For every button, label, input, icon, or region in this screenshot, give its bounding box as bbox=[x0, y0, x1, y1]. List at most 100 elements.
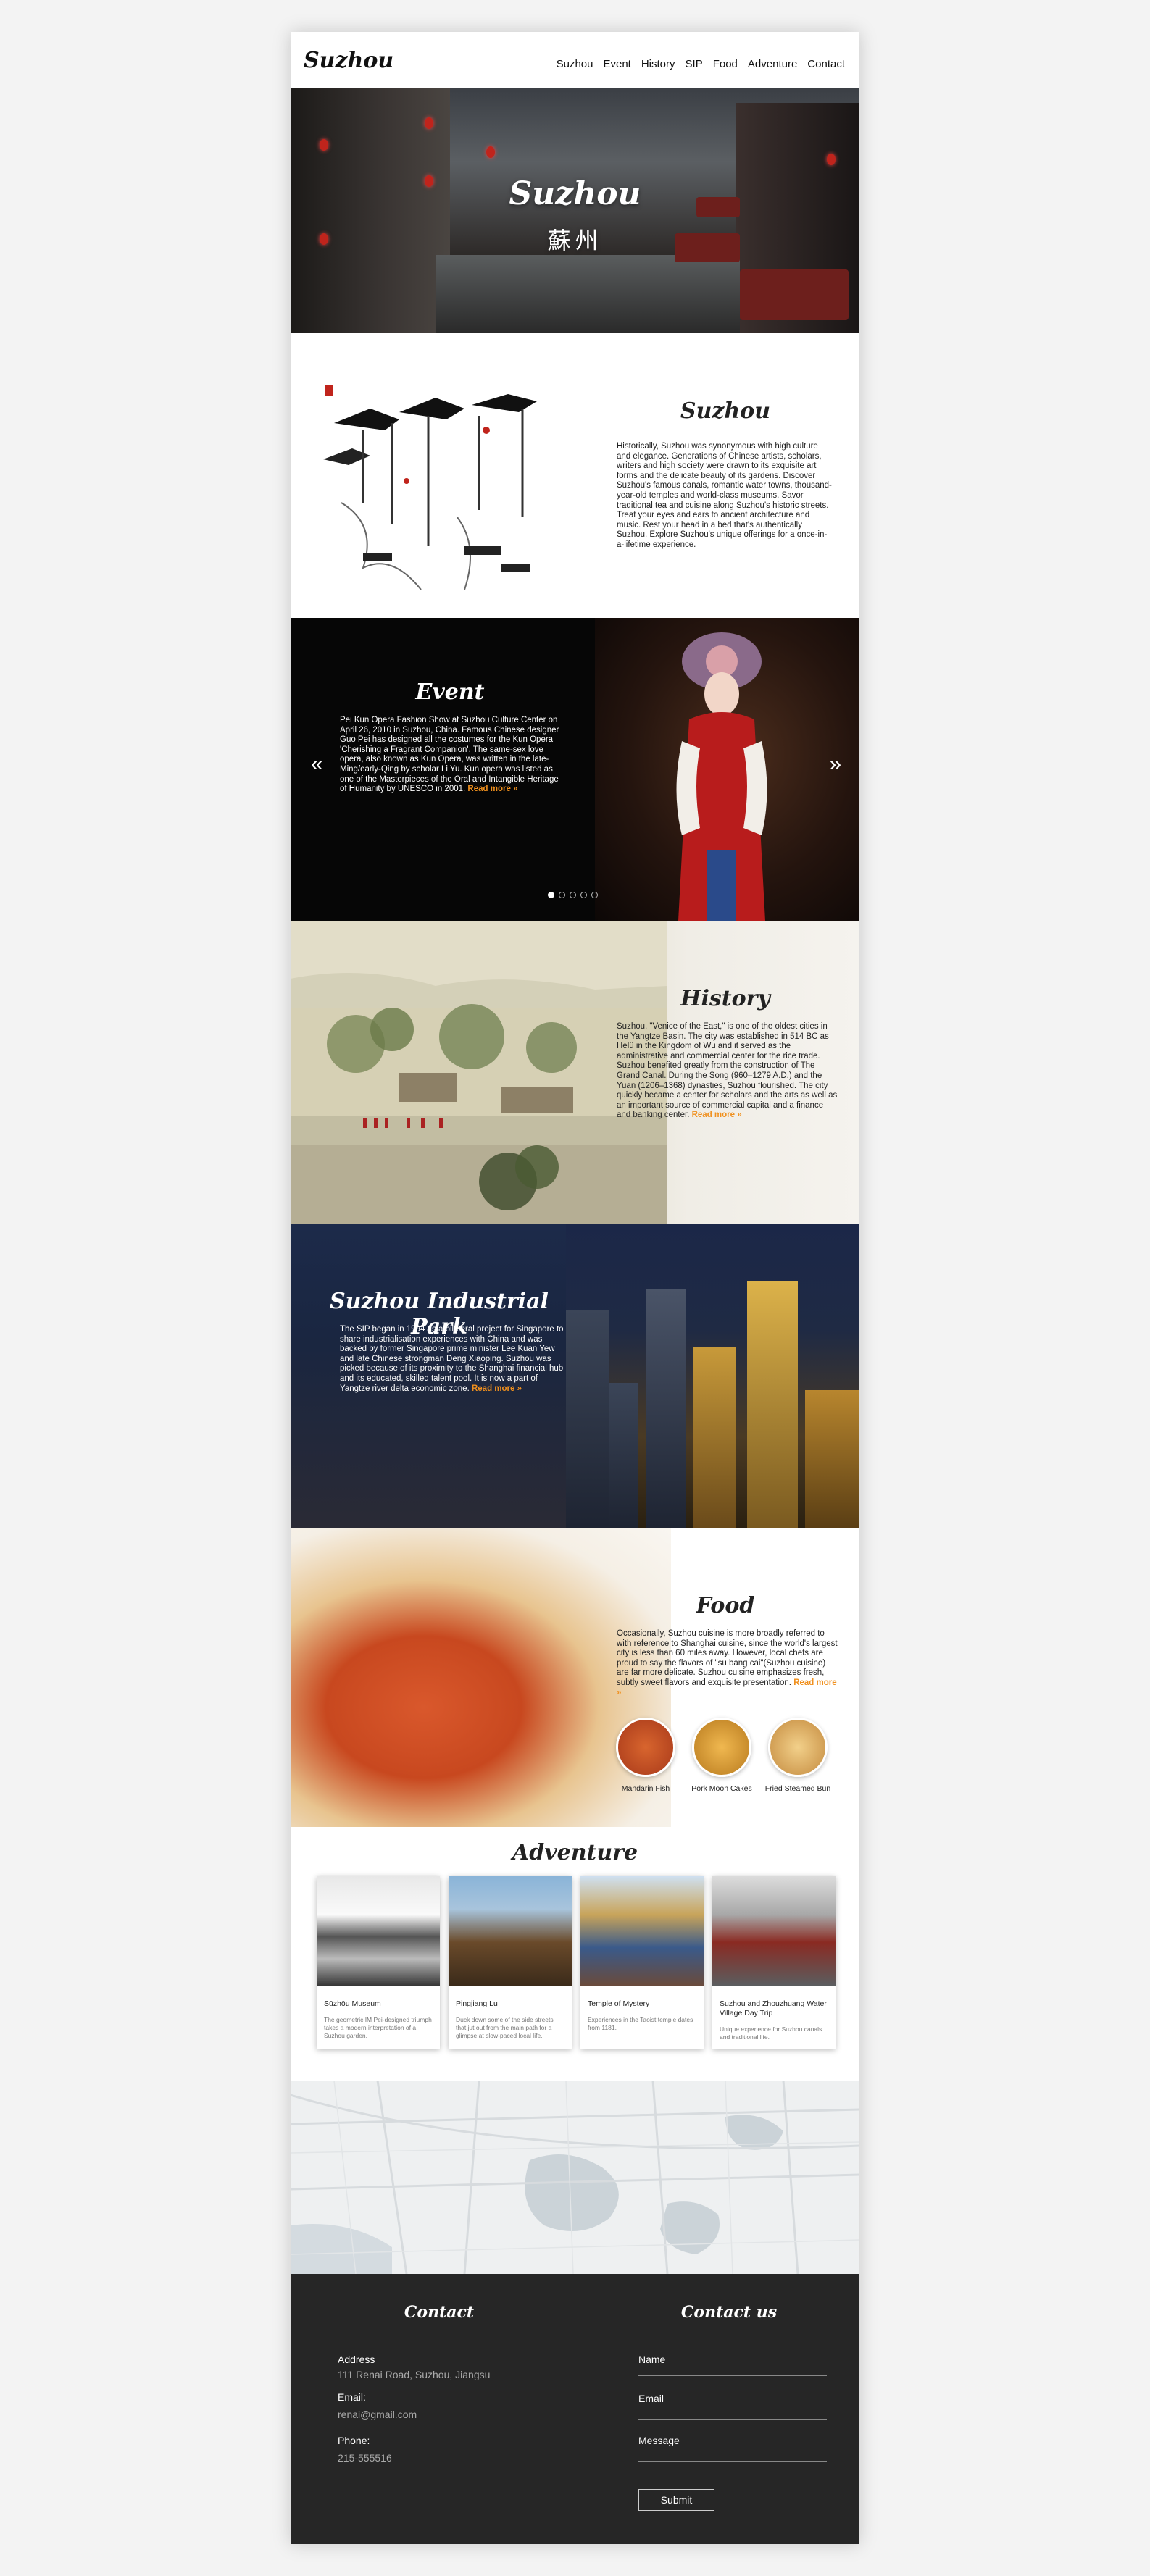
sip-section: Suzhou Industrial Park The SIP began in … bbox=[291, 1224, 859, 1528]
contact-title: Contact bbox=[404, 2303, 475, 2322]
address-value: 111 Renai Road, Suzhou, Jiangsu bbox=[338, 2369, 491, 2380]
event-read-more-link[interactable]: Read more » bbox=[467, 785, 517, 793]
contact-section: Contact Contact us Address 111 Renai Roa… bbox=[291, 2274, 859, 2544]
intro-title: Suzhou bbox=[680, 398, 771, 424]
tower bbox=[805, 1390, 859, 1528]
lantern-icon bbox=[827, 154, 836, 165]
event-text: Pei Kun Opera Fashion Show at Suzhou Cul… bbox=[340, 716, 564, 795]
nav-item-history[interactable]: History bbox=[641, 58, 675, 70]
adventure-card[interactable]: Temple of Mystery Experiences in the Tao… bbox=[580, 1876, 704, 2049]
event-text-body: Pei Kun Opera Fashion Show at Suzhou Cul… bbox=[340, 716, 559, 794]
site-logo[interactable]: Suzhou bbox=[304, 48, 393, 73]
sip-text: The SIP began in 1994 as a bilateral pro… bbox=[340, 1325, 564, 1394]
hero-subtitle: 蘇州 bbox=[547, 227, 603, 254]
dish-fried-steamed-bun[interactable]: Fried Steamed Bun bbox=[762, 1718, 834, 1793]
dish-image bbox=[616, 1718, 675, 1777]
hero-boat bbox=[740, 269, 849, 320]
card-description: Duck down some of the side streets that … bbox=[456, 2016, 554, 2039]
history-text: Suzhou, "Venice of the East," is one of … bbox=[617, 1022, 838, 1121]
nav-item-event[interactable]: Event bbox=[603, 58, 630, 70]
card-description: Unique experience for Suzhou canals and … bbox=[720, 2025, 822, 2041]
food-section: Food Occasionally, Suzhou cuisine is mor… bbox=[291, 1528, 859, 1827]
lantern-icon bbox=[320, 139, 328, 151]
hero-title: Suzhou bbox=[509, 175, 641, 212]
lantern-icon bbox=[425, 117, 433, 129]
event-title: Event bbox=[415, 679, 485, 705]
hero-banner: Suzhou 蘇州 bbox=[291, 88, 859, 333]
message-field[interactable]: Message bbox=[638, 2435, 680, 2446]
sip-text-body: The SIP began in 1994 as a bilateral pro… bbox=[340, 1325, 564, 1393]
carousel-prev-arrow-icon[interactable]: « bbox=[311, 752, 323, 777]
history-read-more-link[interactable]: Read more » bbox=[692, 1111, 742, 1119]
card-description: Experiences in the Taoist temple dates f… bbox=[588, 2016, 693, 2031]
nav-item-contact[interactable]: Contact bbox=[807, 58, 845, 70]
history-title: History bbox=[680, 986, 770, 1011]
dish-caption: Fried Steamed Bun bbox=[764, 1784, 831, 1793]
contact-us-title: Contact us bbox=[680, 2303, 778, 2322]
intro-section: Suzhou Historically, Suzhou was synonymo… bbox=[291, 333, 859, 618]
carousel-dot-5[interactable] bbox=[591, 892, 598, 898]
phone-label: Phone: bbox=[338, 2435, 370, 2446]
event-section: Event Pei Kun Opera Fashion Show at Suzh… bbox=[291, 618, 859, 921]
card-image bbox=[712, 1876, 836, 1986]
food-title: Food bbox=[696, 1593, 755, 1618]
dish-mandarin-fish[interactable]: Mandarin Fish bbox=[609, 1718, 682, 1793]
dish-caption: Pork Moon Cakes bbox=[691, 1784, 752, 1793]
hero-canal bbox=[436, 255, 740, 333]
adventure-title: Adventure bbox=[512, 1840, 638, 1865]
map-section[interactable] bbox=[291, 2081, 859, 2274]
adventure-card[interactable]: Sūzhōu Museum The geometric IM Pei-desig… bbox=[317, 1876, 440, 2049]
carousel-dot-2[interactable] bbox=[559, 892, 565, 898]
carousel-next-arrow-icon[interactable]: » bbox=[829, 752, 841, 777]
dish-image bbox=[768, 1718, 828, 1777]
city-skyline-image bbox=[566, 1224, 859, 1528]
nav-item-food[interactable]: Food bbox=[713, 58, 738, 70]
email-label: Email: bbox=[338, 2391, 366, 2403]
dish-caption: Mandarin Fish bbox=[621, 1784, 670, 1793]
email-value[interactable]: renai@gmail.com bbox=[338, 2409, 417, 2420]
nav-item-suzhou[interactable]: Suzhou bbox=[557, 58, 593, 70]
dish-pork-moon-cakes[interactable]: Pork Moon Cakes bbox=[686, 1718, 758, 1793]
tower bbox=[609, 1383, 638, 1528]
card-image bbox=[317, 1876, 440, 1986]
opera-performer-image bbox=[676, 632, 767, 921]
name-field[interactable]: Name bbox=[638, 2354, 665, 2365]
ink-painting-image bbox=[320, 380, 566, 597]
nav-item-adventure[interactable]: Adventure bbox=[748, 58, 797, 70]
main-nav: Suzhou Event History SIP Food Adventure … bbox=[557, 58, 845, 70]
carousel-dot-3[interactable] bbox=[570, 892, 576, 898]
nav-item-sip[interactable]: SIP bbox=[686, 58, 703, 70]
tower bbox=[747, 1281, 798, 1528]
address-label: Address bbox=[338, 2354, 375, 2365]
history-painting-image bbox=[291, 921, 667, 1224]
dish-image bbox=[692, 1718, 751, 1777]
adventure-cards: Sūzhōu Museum The geometric IM Pei-desig… bbox=[317, 1876, 836, 2049]
site-header: Suzhou Suzhou Event History SIP Food Adv… bbox=[291, 32, 859, 88]
card-image bbox=[449, 1876, 572, 1986]
adventure-card[interactable]: Pingjiang Lu Duck down some of the side … bbox=[449, 1876, 572, 2049]
card-image bbox=[580, 1876, 704, 1986]
card-description: The geometric IM Pei-designed triumph ta… bbox=[324, 2016, 432, 2039]
submit-button[interactable]: Submit bbox=[638, 2489, 714, 2511]
carousel-dots bbox=[548, 892, 598, 898]
page: Suzhou Suzhou Event History SIP Food Adv… bbox=[291, 32, 859, 2544]
history-text-body: Suzhou, "Venice of the East," is one of … bbox=[617, 1022, 838, 1120]
message-field-underline bbox=[638, 2461, 827, 2462]
card-title: Temple of Mystery bbox=[588, 1999, 650, 2008]
sip-read-more-link[interactable]: Read more » bbox=[472, 1384, 522, 1393]
intro-text: Historically, Suzhou was synonymous with… bbox=[617, 442, 832, 549]
email-field-underline bbox=[638, 2419, 827, 2420]
tower bbox=[566, 1310, 609, 1528]
card-title: Suzhou and Zhouzhuang Water Village Day … bbox=[720, 1999, 827, 2017]
carousel-dot-4[interactable] bbox=[580, 892, 587, 898]
tower bbox=[646, 1289, 686, 1528]
map-image[interactable] bbox=[291, 2081, 859, 2274]
card-title: Pingjiang Lu bbox=[456, 1999, 498, 2008]
adventure-section: Adventure Sūzhōu Museum The geometric IM… bbox=[291, 1827, 859, 2081]
adventure-card[interactable]: Suzhou and Zhouzhuang Water Village Day … bbox=[712, 1876, 836, 2049]
name-field-underline bbox=[638, 2375, 827, 2376]
carousel-dot-1[interactable] bbox=[548, 892, 554, 898]
phone-value: 215-555516 bbox=[338, 2452, 392, 2464]
email-field[interactable]: Email bbox=[638, 2393, 664, 2404]
history-section: History Suzhou, "Venice of the East," is… bbox=[291, 921, 859, 1224]
